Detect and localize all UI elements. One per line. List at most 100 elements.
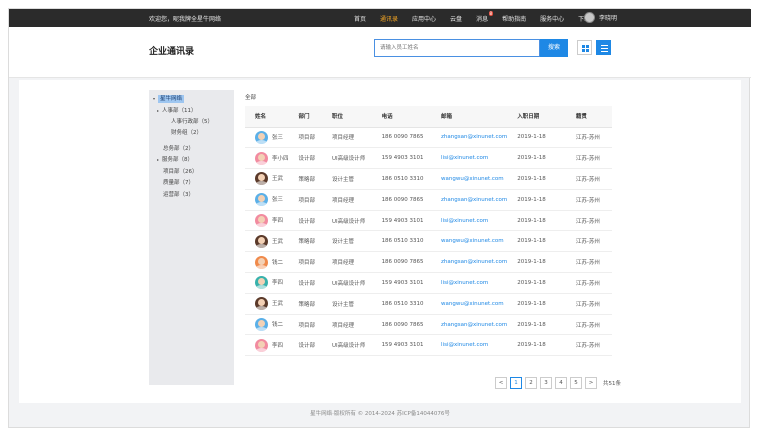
cell-email[interactable]: lisi@xinunet.com bbox=[431, 210, 508, 232]
top-nav-item[interactable]: 通讯录 bbox=[380, 14, 398, 23]
page-header: 企业通讯录 搜索 bbox=[9, 27, 751, 78]
table-row[interactable]: 王武 策略部 设计主管 186 0510 3310 wangwu@xinunet.com… bbox=[245, 230, 612, 253]
tree-item-label[interactable]: 运营部（3） bbox=[163, 192, 194, 198]
table-row[interactable]: 钱二 项目部 项目经理 186 0090 7865 zhangsan@xinunet.c… bbox=[245, 314, 612, 336]
cell-date: 2019-1-18 bbox=[507, 168, 566, 190]
tree-item-label[interactable]: 服务部（8） bbox=[162, 157, 193, 163]
cell-email[interactable]: zhangsan@xinunet.com bbox=[431, 127, 508, 149]
top-nav-item[interactable]: 首页 bbox=[354, 14, 366, 23]
prev-page-button[interactable]: < bbox=[495, 377, 507, 389]
table-row[interactable]: 李四 设计部 UI高级设计师 159 4903 3101 lisi@xinunet.co… bbox=[245, 334, 612, 357]
cell-phone: 186 0510 3310 bbox=[371, 230, 432, 253]
top-nav-label[interactable]: 帮助指南 bbox=[502, 16, 526, 23]
table-body: 张三 项目部 项目经理 186 0090 7865 zhangsan@xinunet.c… bbox=[245, 127, 612, 357]
search-box[interactable] bbox=[374, 39, 540, 57]
top-nav-item[interactable]: 服务中心 bbox=[540, 14, 564, 23]
next-page-button[interactable]: > bbox=[585, 377, 597, 389]
tree-item[interactable]: 项目部（26） bbox=[163, 167, 198, 175]
tree-item-label[interactable]: 人事部（11） bbox=[162, 108, 197, 114]
tree-item[interactable]: 运营部（3） bbox=[163, 190, 194, 198]
user-name[interactable]: 李晓明 bbox=[599, 13, 617, 22]
table-row[interactable]: 李小四 设计部 UI高级设计师 159 4903 3101 lisi@xinunet.c… bbox=[245, 147, 612, 170]
tree-item[interactable]: ▸ 人事部（11） bbox=[157, 106, 197, 114]
tree-item[interactable]: 总务部（2） bbox=[163, 144, 194, 152]
top-nav-label[interactable]: 首页 bbox=[354, 16, 366, 23]
caret-right-icon[interactable]: ▸ bbox=[157, 108, 159, 113]
cell-email[interactable]: wangwu@xinunet.com bbox=[431, 168, 508, 190]
cell-email[interactable]: wangwu@xinunet.com bbox=[431, 293, 508, 315]
top-nav-label[interactable]: 应用中心 bbox=[412, 16, 436, 23]
cell-origin: 江苏-苏州 bbox=[565, 127, 612, 149]
cell-email[interactable]: zhangsan@xinunet.com bbox=[431, 314, 508, 336]
tree-item-label[interactable]: 项目部（26） bbox=[163, 169, 198, 175]
cell-dept: 设计部 bbox=[288, 334, 323, 357]
cell-dept: 设计部 bbox=[288, 272, 323, 294]
page-button[interactable]: 4 bbox=[555, 377, 567, 389]
caret-down-icon[interactable]: ▾ bbox=[153, 96, 155, 101]
avatar bbox=[255, 130, 268, 144]
cell-dept: 策略部 bbox=[288, 293, 323, 315]
top-nav-label[interactable]: 消息 bbox=[476, 16, 488, 23]
cell-name: 李四 bbox=[245, 210, 289, 232]
page-button[interactable]: 1 bbox=[510, 377, 522, 389]
contact-name: 张三 bbox=[272, 134, 284, 141]
tree-item-label[interactable]: 财务组（2） bbox=[171, 130, 202, 136]
table-row[interactable]: 李四 设计部 UI高级设计师 159 4903 3101 lisi@xinunet.co… bbox=[245, 210, 612, 232]
cell-email[interactable]: zhangsan@xinunet.com bbox=[431, 189, 508, 211]
cell-title: 项目经理 bbox=[322, 127, 372, 149]
tree-root-label[interactable]: 星牛网络 bbox=[158, 95, 185, 103]
contact-name: 钱二 bbox=[272, 322, 284, 329]
cell-email[interactable]: lisi@xinunet.com bbox=[431, 334, 508, 357]
tree-item-label[interactable]: 总务部（2） bbox=[163, 146, 194, 152]
cell-email[interactable]: wangwu@xinunet.com bbox=[431, 230, 508, 253]
search-button[interactable]: 搜索 bbox=[540, 39, 568, 57]
page-button[interactable]: 2 bbox=[525, 377, 537, 389]
top-nav-item[interactable]: 应用中心 bbox=[412, 14, 436, 23]
user-menu[interactable]: 李晓明 bbox=[584, 12, 617, 23]
welcome-text: 欢迎您，昵我牌全星牛网络 bbox=[149, 16, 222, 23]
tree-root[interactable]: ▾ 星牛网络 bbox=[153, 94, 185, 103]
cell-phone: 186 0510 3310 bbox=[371, 168, 432, 190]
cell-origin: 江苏-苏州 bbox=[565, 293, 612, 315]
tree-item-label[interactable]: 质量部（7） bbox=[163, 180, 194, 186]
table-row[interactable]: 王武 策略部 设计主管 186 0510 3310 wangwu@xinunet.com… bbox=[245, 293, 612, 315]
cell-phone: 159 4903 3101 bbox=[371, 147, 432, 170]
tree-item[interactable]: 质量部（7） bbox=[163, 178, 194, 186]
top-nav-item[interactable]: 云盘 bbox=[450, 14, 462, 23]
page-button[interactable]: 5 bbox=[570, 377, 582, 389]
avatar bbox=[255, 214, 268, 228]
page-button[interactable]: 3 bbox=[540, 377, 552, 389]
grid-view-button[interactable] bbox=[577, 40, 592, 55]
tree-item[interactable]: 财务组（2） bbox=[171, 128, 202, 136]
cell-date: 2019-1-18 bbox=[507, 189, 566, 211]
column-header: 职位 bbox=[322, 106, 372, 128]
grid-icon bbox=[582, 45, 589, 52]
search-input[interactable] bbox=[375, 40, 539, 56]
tree-item-label[interactable]: 人事行政部（5） bbox=[171, 119, 213, 125]
top-nav-item[interactable]: 消息 8 bbox=[476, 11, 494, 23]
top-nav-item[interactable]: 帮助指南 bbox=[502, 14, 526, 23]
table-row[interactable]: 张三 项目部 项目经理 186 0090 7865 zhangsan@xinunet.c… bbox=[245, 189, 612, 211]
top-nav-label[interactable]: 服务中心 bbox=[540, 16, 564, 23]
user-avatar[interactable] bbox=[584, 12, 595, 23]
table-row[interactable]: 钱二 项目部 项目经理 186 0090 7865 zhangsan@xinunet.c… bbox=[245, 251, 612, 274]
top-nav-label[interactable]: 通讯录 bbox=[380, 16, 398, 23]
contact-name: 李四 bbox=[272, 218, 284, 225]
top-nav-label[interactable]: 云盘 bbox=[450, 16, 462, 23]
list-view-button[interactable] bbox=[596, 40, 611, 55]
tree-item[interactable]: ▸ 服务部（8） bbox=[157, 155, 193, 163]
column-header: 部门 bbox=[288, 106, 323, 128]
cell-email[interactable]: lisi@xinunet.com bbox=[431, 272, 508, 294]
caret-right-icon[interactable]: ▸ bbox=[157, 157, 159, 162]
table-row[interactable]: 王武 策略部 设计主管 186 0510 3310 wangwu@xinunet.com… bbox=[245, 168, 612, 190]
page-title: 企业通讯录 bbox=[149, 47, 195, 57]
cell-phone: 159 4903 3101 bbox=[371, 334, 432, 357]
department-tree: ▾ 星牛网络 ▸ 人事部（11） 人事行政部（5） 财务组（2） 总务部（2） ▸ 服务部（8… bbox=[149, 90, 234, 385]
table-row[interactable]: 张三 项目部 项目经理 186 0090 7865 zhangsan@xinunet.c… bbox=[245, 127, 612, 149]
table-row[interactable]: 李四 设计部 UI高级设计师 159 4903 3101 lisi@xinunet.co… bbox=[245, 272, 612, 294]
list-icon bbox=[601, 45, 608, 52]
cell-email[interactable]: lisi@xinunet.com bbox=[431, 147, 508, 170]
tree-item[interactable]: 人事行政部（5） bbox=[171, 117, 213, 125]
cell-email[interactable]: zhangsan@xinunet.com bbox=[431, 251, 508, 274]
cell-title: UI高级设计师 bbox=[322, 272, 372, 294]
